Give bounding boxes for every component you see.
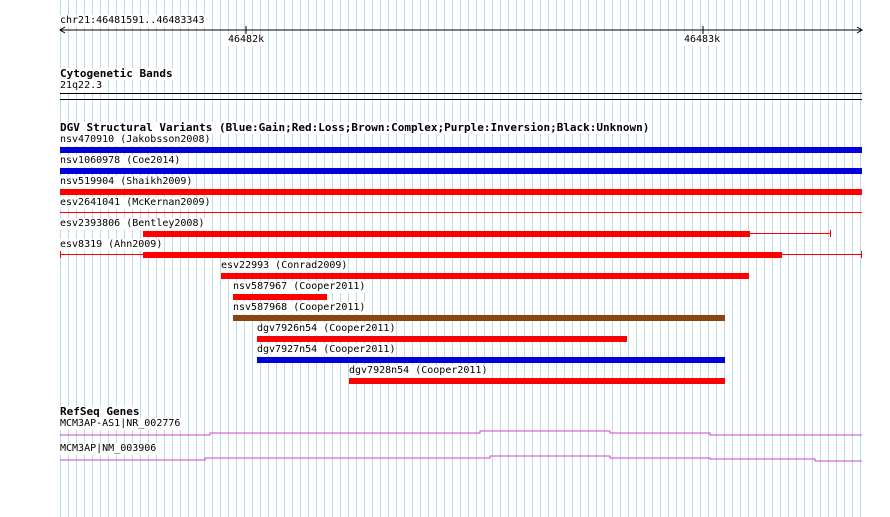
gene-model-1[interactable] xyxy=(60,430,862,436)
refseq-svg xyxy=(60,430,862,462)
gene-model-2[interactable] xyxy=(60,455,862,462)
